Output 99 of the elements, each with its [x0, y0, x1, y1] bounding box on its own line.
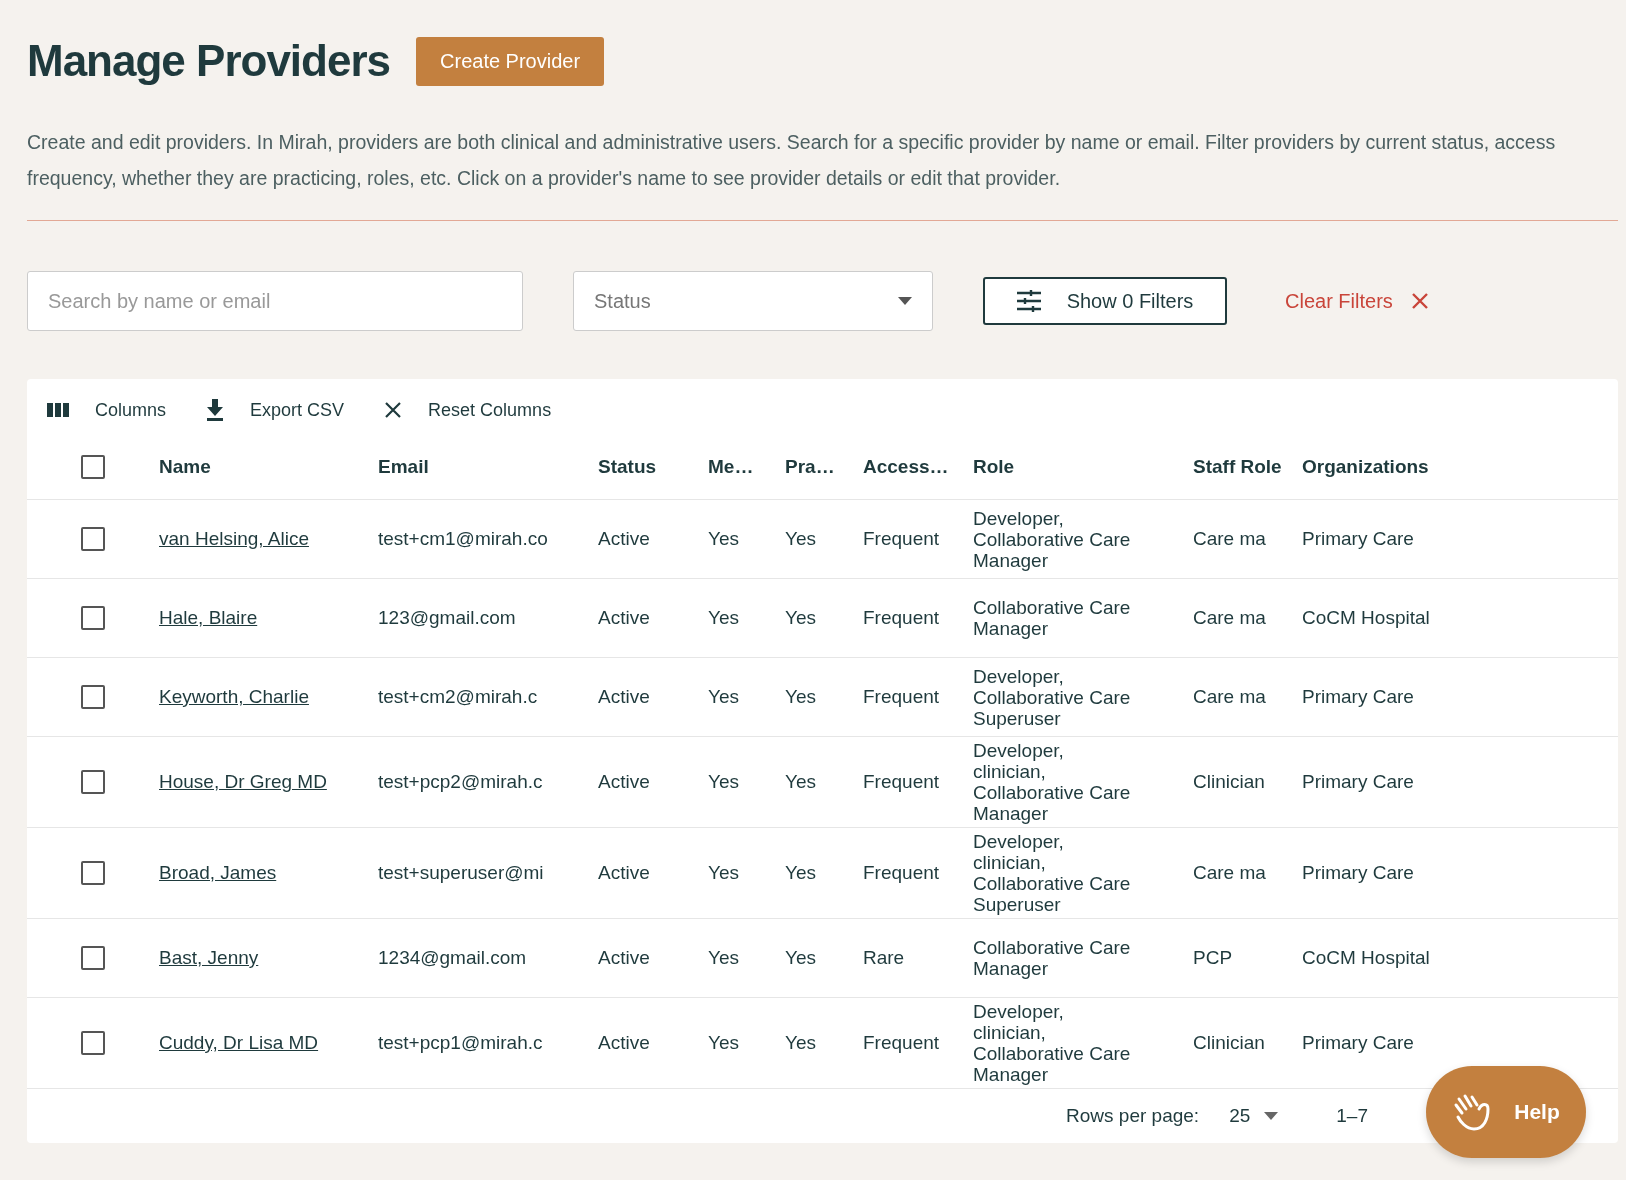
column-header[interactable]: Access…	[863, 456, 973, 478]
table-cell-text: Yes	[708, 607, 740, 629]
table-cell-text: Frequent	[863, 607, 941, 629]
table-cell-text: Clinician	[1193, 771, 1266, 793]
close-icon	[1410, 292, 1429, 310]
table-cell-text: Yes	[785, 686, 817, 708]
table-cell-text: Primary Care	[1302, 686, 1415, 708]
table-cell-text: Care ma	[1193, 686, 1267, 708]
table-cell-text: Primary Care	[1302, 862, 1415, 884]
table-cell-text: Yes	[708, 771, 740, 793]
row-checkbox[interactable]	[81, 861, 105, 885]
column-header[interactable]: Staff Role	[1193, 456, 1302, 478]
table-cell-text: Frequent	[863, 862, 941, 884]
show-filters-button[interactable]: Show 0 Filters	[983, 277, 1227, 325]
column-header[interactable]: Me…	[708, 456, 785, 478]
table-cell-text: Active	[598, 771, 651, 793]
table-cell-text: CoCM Hospital	[1302, 607, 1431, 629]
table-cell-text: Frequent	[863, 1032, 941, 1054]
table-cell-text: Yes	[785, 947, 817, 969]
table-cell-text: Frequent	[863, 771, 941, 793]
table-cell-text: 1234@gmail.com	[378, 947, 528, 969]
row-checkbox[interactable]	[81, 1031, 105, 1055]
table-cell-text: Active	[598, 1032, 651, 1054]
row-checkbox[interactable]	[81, 606, 105, 630]
table-cell-text: Clinician	[1193, 1032, 1266, 1054]
export-button[interactable]: Export CSV	[206, 393, 345, 427]
clear-filters-button[interactable]: Clear Filters	[1285, 289, 1429, 313]
row-checkbox[interactable]	[81, 527, 105, 551]
table-cell-text: Active	[598, 607, 651, 629]
caret-icon	[1264, 1112, 1279, 1120]
provider-name-link[interactable]: Keyworth, Charlie	[159, 686, 309, 707]
table-cell-text: Primary Care	[1302, 1032, 1415, 1054]
table-cell-text: Yes	[785, 771, 817, 793]
table-cell-text: Care ma	[1193, 528, 1267, 550]
status-dropdown[interactable]: Status	[573, 271, 933, 331]
table-cell-text: Developer, clinician, Collaborative Care Manager	[973, 1001, 1132, 1085]
table-cell-text: Care ma	[1193, 862, 1267, 884]
columns-icon	[47, 402, 69, 418]
row-checkbox[interactable]	[81, 685, 105, 709]
table-cell-text: test+cm1@mirah.co	[378, 528, 549, 550]
table-cell-text: Yes	[708, 528, 740, 550]
columns-button[interactable]: Columns	[47, 393, 167, 427]
provider-name-link[interactable]: Cuddy, Dr Lisa MD	[159, 1032, 319, 1053]
table-cell-text: Yes	[785, 862, 817, 884]
table-cell-text: Active	[598, 947, 651, 969]
table-cell-text: Active	[598, 686, 651, 708]
provider-name-link[interactable]: Broad, James	[159, 862, 277, 883]
table-cell-text: test+pcp1@mirah.c	[378, 1032, 544, 1054]
page-description: Create and edit providers. In Mirah, providers are both clinical and administrative users. Search for a specific provider by name or email. Filter providers by current status, access frequency, whether they are practicing, roles, etc. Click on a provider's name to see provider details or edit that provider.	[27, 130, 1557, 191]
table-cell-text: Care ma	[1193, 607, 1267, 629]
row-checkbox[interactable]	[81, 946, 105, 970]
table-cell-text: Yes	[785, 607, 817, 629]
table-cell-text: Developer, clinician, Collaborative Care Manager	[973, 740, 1132, 824]
caret-icon	[898, 297, 912, 305]
table-cell-text: Yes	[785, 1032, 817, 1054]
table-cell-text: Yes	[785, 528, 817, 550]
column-header[interactable]: Role	[973, 456, 1193, 478]
sliders-icon	[1016, 290, 1041, 312]
table-cell-text: Primary Care	[1302, 528, 1415, 550]
table-cell-text: Frequent	[863, 528, 941, 550]
table-cell-text: Developer, clinician, Collaborative Care Superuser	[973, 831, 1132, 915]
reset-columns-button[interactable]: Reset Columns	[384, 393, 552, 427]
table-cell-text: PCP	[1193, 947, 1234, 969]
table-cell-text: Primary Care	[1302, 771, 1415, 793]
column-header[interactable]: Organizations	[1302, 456, 1618, 478]
download-icon	[206, 399, 225, 421]
table-cell-text: test+superuser@mi	[378, 862, 545, 884]
table-cell-text: 123@gmail.com	[378, 607, 517, 629]
table-cell-text: Yes	[708, 1032, 740, 1054]
provider-name-link[interactable]: Bast, Jenny	[159, 947, 259, 968]
table-cell-text: test+pcp2@mirah.c	[378, 771, 544, 793]
table-cell-text: Yes	[708, 686, 740, 708]
page-title: Manage Providers	[27, 36, 391, 86]
table-cell-text: Active	[598, 862, 651, 884]
provider-name-link[interactable]: Hale, Blaire	[159, 607, 258, 628]
table-cell-text: Yes	[708, 862, 740, 884]
table-cell-text: test+cm2@mirah.c	[378, 686, 539, 708]
table-cell-text: Yes	[708, 947, 740, 969]
column-header[interactable]: Name	[159, 456, 378, 478]
table-cell-text: CoCM Hospital	[1302, 947, 1431, 969]
table-cell-text: Developer, Collaborative Care Manager	[973, 507, 1132, 571]
table-cell-text: Developer, Collaborative Care Superuser	[973, 665, 1132, 729]
table-cell-text: Rare	[863, 947, 906, 969]
provider-name-link[interactable]: House, Dr Greg MD	[159, 771, 327, 792]
column-header[interactable]: Email	[378, 456, 598, 478]
select-all-checkbox[interactable]	[81, 455, 105, 479]
table-cell-text: Collaborative Care Manager	[973, 937, 1132, 979]
page-range: 1–7	[1336, 1105, 1368, 1127]
table-cell-text: Frequent	[863, 686, 941, 708]
rows-per-page-select[interactable]: 25	[1229, 1105, 1279, 1127]
table-cell-text: Collaborative Care Manager	[973, 597, 1132, 639]
row-checkbox[interactable]	[81, 770, 105, 794]
close-icon	[384, 401, 403, 419]
column-header[interactable]: Status	[598, 456, 708, 478]
table-cell-text: Active	[598, 528, 651, 550]
rows-per-page-label: Rows per page:	[1066, 1105, 1200, 1127]
provider-name-link[interactable]: van Helsing, Alice	[159, 528, 309, 549]
search-field[interactable]: Search by name or email	[27, 271, 523, 331]
column-header[interactable]: Pra…	[785, 456, 863, 478]
